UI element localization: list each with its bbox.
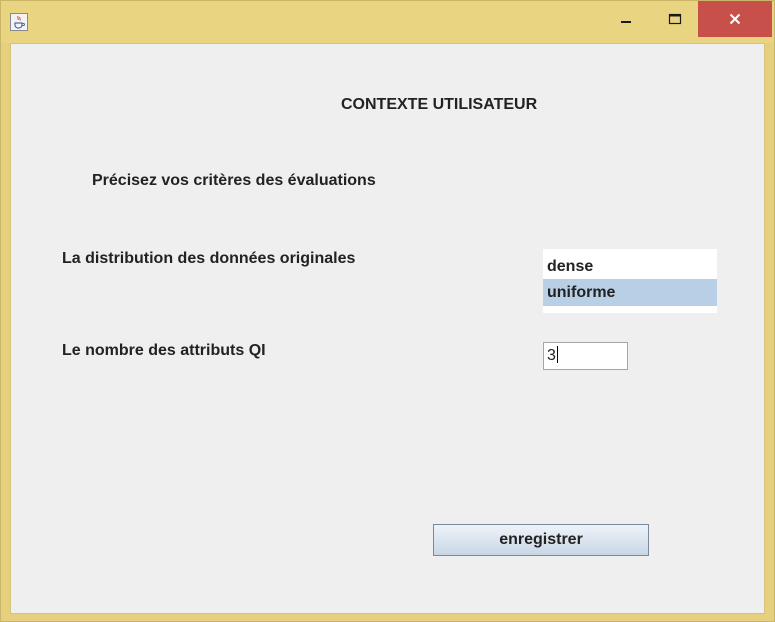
java-cup-icon[interactable]: [10, 13, 28, 31]
maximize-icon: [668, 13, 682, 25]
save-button[interactable]: enregistrer: [433, 524, 649, 556]
content-panel: CONTEXTE UTILISATEUR Précisez vos critèr…: [10, 43, 765, 614]
form-subtitle: Précisez vos critères des évaluations: [92, 172, 376, 189]
page-title: CONTEXTE UTILISATEUR: [341, 96, 538, 113]
maximize-button[interactable]: [652, 1, 698, 37]
close-icon: [729, 13, 741, 25]
qi-count-field[interactable]: 3: [543, 342, 628, 370]
minimize-button[interactable]: [603, 1, 649, 37]
minimize-icon: [621, 21, 631, 23]
list-item-uniforme[interactable]: uniforme: [543, 279, 717, 306]
text-caret: [556, 346, 558, 363]
application-window: CONTEXTE UTILISATEUR Précisez vos critèr…: [0, 0, 775, 622]
distribution-label: La distribution des données originales: [62, 250, 356, 267]
title-bar[interactable]: [1, 1, 774, 43]
qi-count-value: 3: [547, 347, 556, 364]
distribution-list[interactable]: dense uniforme: [543, 249, 717, 313]
list-item-dense[interactable]: dense: [543, 253, 717, 280]
qi-count-label: Le nombre des attributs QI: [62, 342, 266, 359]
close-button[interactable]: [698, 1, 772, 37]
